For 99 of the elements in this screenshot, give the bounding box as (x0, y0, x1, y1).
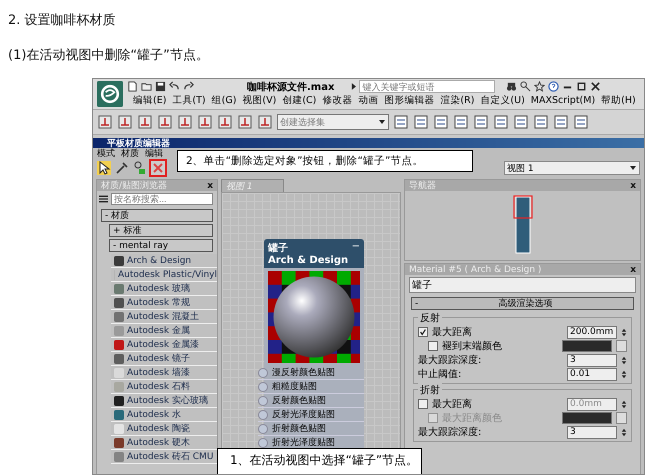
checkbox[interactable] (418, 399, 428, 409)
close-button[interactable]: x (630, 264, 636, 274)
panel-title: Material #5 ( Arch & Design ) (409, 264, 542, 274)
menu-item[interactable]: 模式 (97, 147, 115, 160)
menu-item[interactable]: 材质 (121, 147, 139, 160)
undo-icon[interactable] (169, 81, 180, 92)
material-list-item[interactable]: Autodesk 混凝土 (111, 310, 217, 324)
binoculars-icon[interactable] (506, 81, 518, 92)
menu-item[interactable]: 编辑(E) (133, 94, 166, 106)
editor-title: 平板材质编辑器 (107, 137, 170, 148)
new-file-icon[interactable] (127, 81, 138, 92)
checkbox[interactable] (418, 327, 428, 337)
pick-material-icon[interactable] (133, 161, 147, 175)
material-list-item[interactable]: Autodesk 砖石 CMU (111, 450, 217, 464)
spinner-arrows-icon[interactable] (621, 326, 627, 338)
file-title: 咖啡杯源文件.max (247, 80, 334, 94)
menu-item[interactable]: 视图(V) (242, 94, 276, 106)
material-list-item[interactable]: Autodesk 玻璃 (111, 282, 217, 296)
navigator-minimap-drawing (512, 195, 532, 255)
app-logo-icon[interactable] (97, 81, 123, 107)
maximize-icon[interactable] (576, 81, 588, 92)
menu-item[interactable]: 修改器 (322, 94, 352, 106)
number-field[interactable]: 0.01 (567, 368, 617, 380)
callout-tooltip: 2、单击“删除选定对象”按钮，删除“罐子”节点。 (177, 150, 473, 172)
menu-item[interactable]: 图形编辑器 (384, 94, 434, 106)
material-list-item[interactable]: Autodesk 金属漆 (111, 338, 217, 352)
redo-icon[interactable] (183, 81, 194, 92)
caret-icon[interactable] (378, 118, 386, 126)
category-header[interactable]: - 材质 (101, 209, 213, 222)
search-field[interactable]: 键入关键字或短语 (359, 80, 496, 93)
spinner-arrows-icon[interactable] (621, 354, 627, 366)
category-header[interactable]: + 标准 (109, 224, 213, 237)
collapse-button[interactable]: − (352, 241, 360, 255)
material-list-item[interactable]: Autodesk 水 (111, 408, 217, 422)
material-name-field[interactable]: 罐子 (409, 277, 636, 293)
category-header[interactable]: - mental ray (109, 239, 213, 252)
number-field[interactable]: 3 (567, 354, 617, 366)
parameter-label: 最大跟踪深度: (418, 354, 482, 367)
menu-item[interactable]: 渲染(R) (440, 94, 474, 106)
material-list-item[interactable]: Autodesk 墙漆 (111, 366, 217, 380)
spinner-arrows-icon[interactable] (621, 398, 627, 410)
material-list-item[interactable]: Autodesk 石料 (111, 380, 217, 394)
menu-item[interactable]: 自定义(U) (480, 94, 525, 106)
spinner-arrows-icon[interactable] (621, 368, 627, 380)
option-label: 最大距离 (432, 326, 472, 339)
help-icon[interactable] (548, 81, 560, 92)
option-label: 最大距离颜色 (442, 412, 502, 425)
option-label: 褪到末端颜色 (442, 340, 502, 353)
parameter-label: 最大跟踪深度: (418, 426, 482, 439)
parameter-label: 中止阈值: (418, 368, 462, 381)
close-button[interactable]: x (207, 180, 213, 190)
map-slot[interactable]: 粗糙度贴图 (258, 380, 364, 394)
checkbox[interactable] (428, 341, 438, 351)
rollout-header[interactable]: - 高级渲染选项 (411, 297, 634, 310)
menu-item[interactable]: MAXScript(M) (530, 94, 596, 106)
material-list-item[interactable]: Autodesk 金属 (111, 324, 217, 338)
group-title: 反射 (418, 311, 442, 325)
caret-icon[interactable] (351, 83, 356, 90)
close-icon[interactable] (590, 81, 602, 92)
material-list-item[interactable]: Autodesk 镜子 (111, 352, 217, 366)
color-swatch[interactable] (562, 340, 612, 352)
option-label: 最大距离 (432, 398, 472, 411)
material-list-item[interactable]: Autodesk 实心玻璃 (111, 394, 217, 408)
map-slot[interactable]: 折射颜色贴图 (258, 422, 364, 436)
save-icon[interactable] (155, 81, 166, 92)
menu-item[interactable]: 创建(C) (282, 94, 316, 106)
material-list-item[interactable]: Arch & Design (111, 254, 217, 268)
node-title: 罐子 (268, 242, 288, 255)
caret-icon[interactable] (629, 164, 637, 172)
instruction-text: (1)在活动视图中删除“罐子”节点。 (8, 47, 209, 64)
menu-item[interactable]: 帮助(H) (601, 94, 636, 106)
map-slot[interactable]: 漫反射颜色贴图 (258, 366, 364, 380)
map-slot[interactable]: 反射光泽度贴图 (258, 408, 364, 422)
map-slot[interactable]: 反射颜色贴图 (258, 394, 364, 408)
material-list-item[interactable]: Autodesk Plastic/Vinyl (111, 268, 217, 282)
number-field[interactable]: 3 (567, 426, 617, 438)
distance-field[interactable]: 200.0mm (567, 326, 617, 338)
material-list-item[interactable]: Autodesk 陶瓷 (111, 422, 217, 436)
select-arrow-icon[interactable] (97, 161, 111, 175)
menu-item[interactable]: 工具(T) (172, 94, 206, 106)
group-title: 折射 (418, 383, 442, 397)
material-list-item[interactable]: Autodesk 硬木 (111, 436, 217, 450)
menu-item[interactable]: 编辑 (145, 147, 163, 160)
section-heading: 2. 设置咖啡杯材质 (8, 12, 116, 29)
star-icon[interactable] (534, 81, 546, 92)
node-subtitle: Arch & Design (268, 255, 350, 266)
menu-icon[interactable] (99, 195, 108, 203)
eyedropper-icon[interactable] (115, 161, 129, 175)
callout-tooltip: 1、在活动视图中选择“罐子”节点。 (217, 448, 422, 474)
close-button[interactable]: x (630, 180, 636, 190)
spinner-arrows-icon[interactable] (621, 426, 627, 438)
panel-title: 材质/贴图浏览器 (101, 180, 168, 192)
material-list-item[interactable]: Autodesk 常规 (111, 296, 217, 310)
panel-title: 导航器 (409, 180, 436, 192)
menu-item[interactable]: 组(G) (212, 94, 236, 106)
menu-item[interactable]: 动画 (358, 94, 378, 106)
view-dropdown[interactable]: 视图 1 (504, 161, 640, 175)
selection-set-dropdown[interactable]: 创建选择集 (277, 114, 389, 130)
search-field[interactable]: 按名称搜索... (111, 193, 213, 205)
